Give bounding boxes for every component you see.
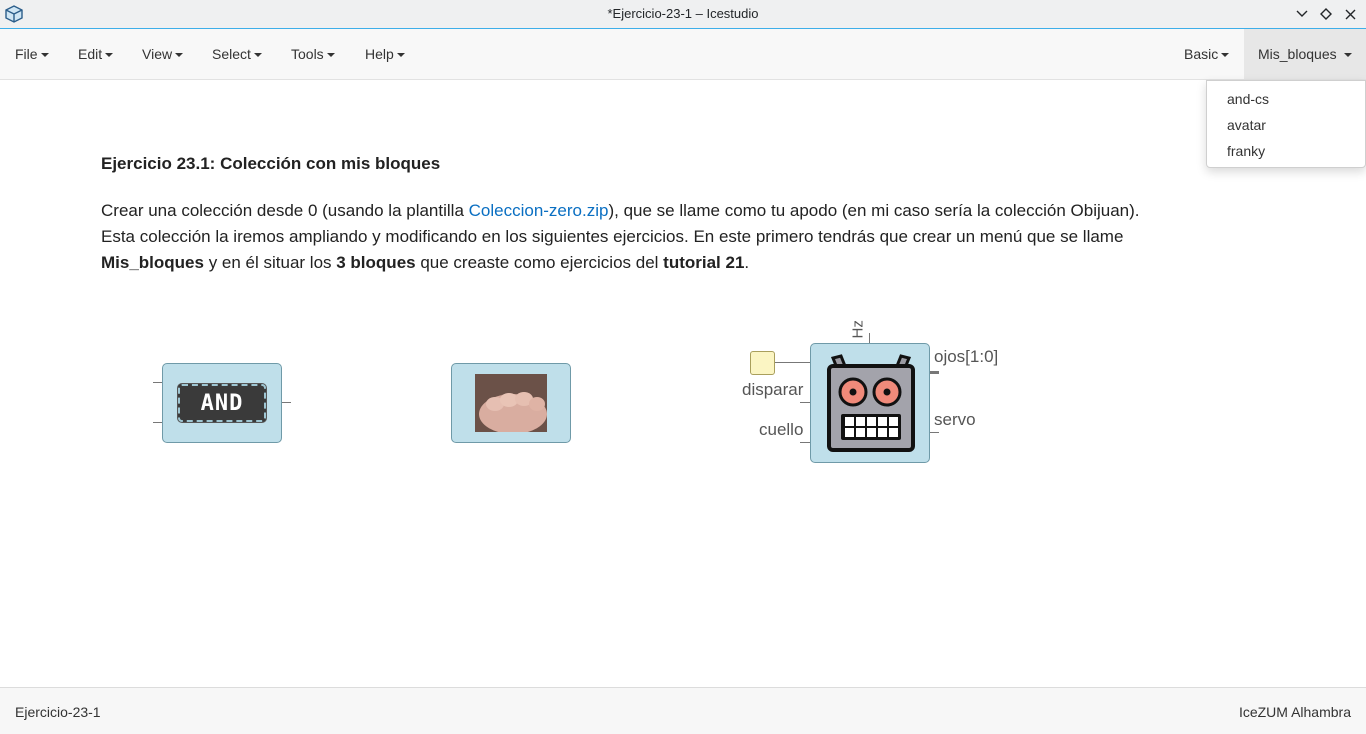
menu-basic[interactable]: Basic bbox=[1184, 29, 1230, 79]
robot-head-icon bbox=[827, 354, 915, 452]
caret-down-icon bbox=[326, 53, 335, 58]
menubar: File Edit View Select Tools Help Basic M… bbox=[0, 29, 1366, 80]
franky-output-servo-label: servo bbox=[934, 410, 976, 429]
window-titlebar: *Ejercicio-23-1 – Icestudio bbox=[0, 0, 1366, 29]
menu-tools[interactable]: Tools bbox=[291, 29, 335, 79]
disparar-constant-box[interactable] bbox=[750, 351, 775, 375]
franky-input-cuello-label: cuello bbox=[759, 420, 804, 439]
exercise-description: Crear una colección desde 0 (usando la p… bbox=[101, 198, 1201, 276]
menu-file-label: File bbox=[15, 46, 38, 62]
p3-bold-mis-bloques: Mis_bloques bbox=[101, 253, 204, 272]
p3-bold-3-bloques: 3 bloques bbox=[336, 253, 416, 272]
disparar-wire bbox=[775, 362, 811, 363]
caret-down-icon bbox=[253, 53, 262, 58]
menu-tools-label: Tools bbox=[291, 46, 324, 62]
caret-down-icon bbox=[175, 53, 184, 58]
franky-block[interactable] bbox=[810, 343, 930, 463]
and-cs-block[interactable]: AND bbox=[162, 363, 282, 443]
p3-text-c: . bbox=[744, 253, 750, 272]
statusbar: Ejercicio-23-1 IceZUM Alhambra bbox=[0, 687, 1366, 734]
minimize-icon[interactable] bbox=[1294, 5, 1310, 23]
window-title: *Ejercicio-23-1 – Icestudio bbox=[607, 6, 759, 21]
franky-param-hz-pin[interactable] bbox=[869, 333, 870, 343]
and-chip-label: AND bbox=[200, 391, 244, 416]
close-icon[interactable] bbox=[1342, 5, 1358, 23]
menu-file[interactable]: File bbox=[15, 29, 49, 79]
menu-select[interactable]: Select bbox=[212, 29, 262, 79]
franky-output-ojos-label: ojos[1:0] bbox=[934, 347, 999, 366]
avatar-photo-image bbox=[475, 374, 547, 434]
franky-input-disparar-label: disparar bbox=[742, 380, 804, 399]
and-chip-icon: AND bbox=[178, 384, 266, 422]
coleccion-zero-link[interactable]: Coleccion-zero.zip bbox=[469, 201, 609, 220]
caret-down-icon bbox=[1221, 53, 1230, 58]
menu-edit-label: Edit bbox=[78, 46, 103, 62]
caret-down-icon bbox=[1343, 53, 1352, 58]
status-board-name[interactable]: IceZUM Alhambra bbox=[1239, 704, 1351, 720]
menu-basic-label: Basic bbox=[1184, 46, 1219, 62]
p3-bold-tutorial: tutorial 21 bbox=[663, 253, 745, 272]
caret-down-icon bbox=[40, 53, 49, 58]
menu-mis-bloques-label: Mis_bloques bbox=[1258, 46, 1337, 62]
p2-text: Esta colección la iremos ampliando y mod… bbox=[101, 227, 1124, 246]
dropdown-item-and-cs[interactable]: and-cs bbox=[1227, 91, 1269, 107]
menu-help[interactable]: Help bbox=[365, 29, 405, 79]
avatar-block[interactable] bbox=[451, 363, 571, 443]
menu-mis-bloques[interactable]: Mis_bloques bbox=[1244, 29, 1366, 79]
toes-photo-icon bbox=[475, 374, 547, 434]
menu-view-label: View bbox=[142, 46, 173, 62]
status-project-name: Ejercicio-23-1 bbox=[15, 704, 101, 720]
p1-text-b: ), que se llame como tu apodo (en mi cas… bbox=[608, 201, 1140, 220]
caret-down-icon bbox=[105, 53, 114, 58]
menu-help-label: Help bbox=[365, 46, 394, 62]
mis-bloques-dropdown: and-cs avatar franky bbox=[1206, 80, 1366, 168]
p1-text-a: Crear una colección desde 0 (usando la p… bbox=[101, 201, 469, 220]
dropdown-item-avatar[interactable]: avatar bbox=[1227, 117, 1266, 133]
franky-output-servo-pin[interactable] bbox=[929, 432, 939, 433]
dropdown-item-franky[interactable]: franky bbox=[1227, 143, 1265, 159]
menu-edit[interactable]: Edit bbox=[78, 29, 114, 79]
maximize-icon[interactable] bbox=[1318, 5, 1334, 23]
menu-select-label: Select bbox=[212, 46, 251, 62]
franky-output-ojos-bus[interactable] bbox=[929, 371, 939, 374]
exercise-heading: Ejercicio 23.1: Colección con mis bloque… bbox=[101, 154, 441, 173]
franky-param-hz-label: Hz bbox=[849, 320, 867, 339]
p3-text-a: y en él situar los bbox=[203, 253, 337, 272]
and-output-pin[interactable] bbox=[281, 402, 291, 403]
p3-text-b: que creaste como ejercicios del bbox=[415, 253, 664, 272]
caret-down-icon bbox=[396, 53, 405, 58]
menu-view[interactable]: View bbox=[142, 29, 184, 79]
